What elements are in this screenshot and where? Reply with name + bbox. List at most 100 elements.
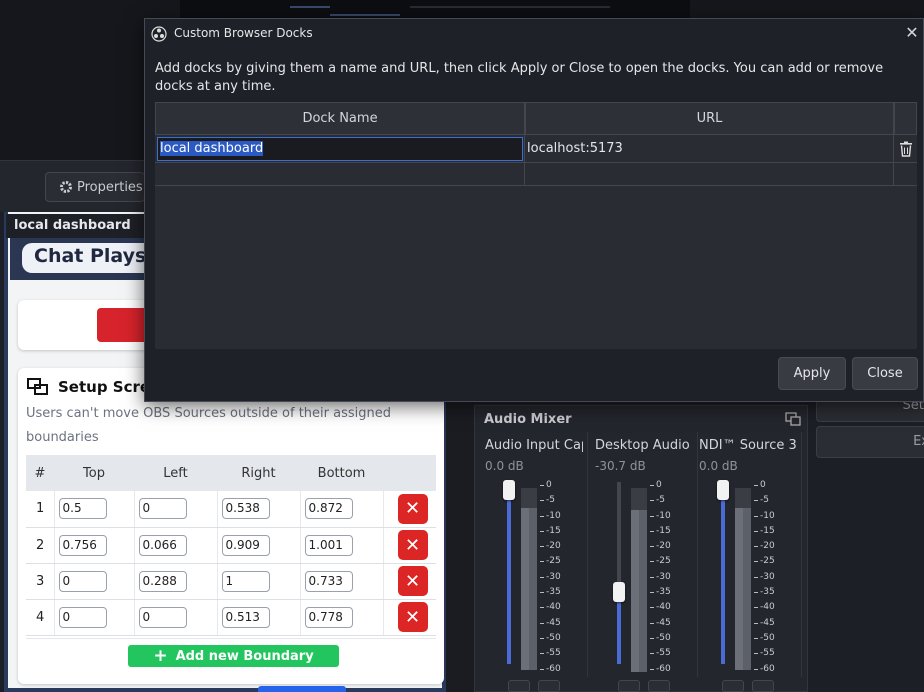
apply-button[interactable]: Apply <box>778 357 846 390</box>
left-input[interactable]: 0.066 <box>138 534 187 556</box>
col-url: URL <box>525 102 894 135</box>
db-scale: 0 -5 -10 -15 -20 -25 -30 -35 -40 -45 -50 -55 -60 <box>754 480 780 679</box>
scale-tick: -25 <box>650 556 676 571</box>
dialog-title: Custom Browser Docks <box>174 26 313 40</box>
delete-boundary-button[interactable]: ✕ <box>397 566 428 596</box>
bottom-input[interactable]: 0.733 <box>304 570 353 592</box>
scale-tick: -35 <box>754 587 780 602</box>
close-button[interactable]: Close <box>852 357 918 390</box>
right-input[interactable]: 0.513 <box>221 606 270 628</box>
channel-divider <box>801 432 802 677</box>
mute-button[interactable] <box>722 680 744 692</box>
scale-tick: -55 <box>540 648 566 663</box>
scale-tick: -15 <box>540 526 566 541</box>
top-input[interactable]: 0 <box>58 570 107 592</box>
scale-tick: -60 <box>754 664 780 679</box>
channel-name: NDI™ Source 3 <box>699 438 797 453</box>
left-input[interactable]: 0 <box>138 606 187 628</box>
scale-tick: -10 <box>650 511 676 526</box>
right-input[interactable]: 1 <box>221 570 270 592</box>
mute-button[interactable] <box>618 680 640 692</box>
top-input[interactable]: 0.756 <box>58 534 107 556</box>
row-number: 2 <box>26 527 54 564</box>
left-input[interactable]: 0 <box>138 498 187 520</box>
table-row: 4 0 0 0.513 0.778 ✕ <box>26 599 436 636</box>
bottom-input[interactable]: 0.778 <box>304 606 353 628</box>
trash-icon <box>899 141 912 157</box>
db-scale: 0 -5 -10 -15 -20 -25 -30 -35 -40 -45 -50 -55 -60 <box>650 480 676 679</box>
scale-tick: -45 <box>540 618 566 633</box>
volume-slider[interactable] <box>617 482 621 664</box>
right-input[interactable]: 0.909 <box>221 534 270 556</box>
bottom-input[interactable]: 0.872 <box>304 498 353 520</box>
channel-config-button[interactable] <box>752 680 774 692</box>
col-bottom: Bottom <box>300 455 383 491</box>
scale-tick: -55 <box>650 648 676 663</box>
delete-dock-button[interactable] <box>894 135 917 163</box>
footer-button[interactable] <box>258 686 346 692</box>
volume-slider-handle[interactable] <box>613 582 625 602</box>
left-input[interactable]: 0.288 <box>138 570 187 592</box>
scale-tick: -60 <box>650 664 676 679</box>
table-row: 2 0.756 0.066 0.909 1.001 ✕ <box>26 527 436 564</box>
level-meter <box>631 488 639 672</box>
scale-tick: -30 <box>650 572 676 587</box>
scale-tick: -15 <box>650 526 676 541</box>
boundary-icon <box>27 378 48 395</box>
scale-tick: -35 <box>540 587 566 602</box>
scale-tick: -25 <box>754 556 780 571</box>
new-dock-url-cell[interactable] <box>525 163 894 186</box>
scale-tick: -50 <box>754 633 780 648</box>
scale-tick: -40 <box>754 602 780 617</box>
stop-button[interactable] <box>97 308 149 342</box>
scale-tick: -60 <box>540 664 566 679</box>
add-boundary-button[interactable]: + Add new Boundary <box>128 645 339 667</box>
scale-tick: -50 <box>540 633 566 648</box>
volume-slider-handle[interactable] <box>503 480 515 500</box>
bottom-input[interactable]: 1.001 <box>304 534 353 556</box>
row-number: 4 <box>26 599 54 636</box>
level-meter <box>521 488 529 670</box>
top-input[interactable]: 0.5 <box>58 498 107 520</box>
scale-tick: -40 <box>540 602 566 617</box>
scale-tick: -50 <box>650 633 676 648</box>
boundary-table: # Top Left Right Bottom 1 0.5 0 0.538 0.… <box>26 455 436 636</box>
volume-slider[interactable] <box>721 482 725 664</box>
col-actions <box>894 102 917 135</box>
level-meter <box>529 488 537 670</box>
channel-config-button[interactable] <box>648 680 670 692</box>
dock-url-cell[interactable]: localhost:5173 <box>525 135 894 163</box>
delete-boundary-button[interactable]: ✕ <box>397 493 428 524</box>
scale-tick: -10 <box>754 511 780 526</box>
channel-name: Desktop Audio <box>595 438 690 453</box>
undock-icon[interactable] <box>785 412 801 426</box>
new-dock-name-cell[interactable] <box>155 163 525 186</box>
delete-boundary-button[interactable]: ✕ <box>397 530 428 560</box>
gear-icon <box>60 181 72 193</box>
scale-tick: 0 <box>754 480 780 495</box>
level-meter <box>743 488 751 670</box>
channel-divider <box>587 432 588 677</box>
row-number: 3 <box>26 563 54 600</box>
mute-button[interactable] <box>508 680 530 692</box>
volume-slider[interactable] <box>507 482 511 664</box>
col-left: Left <box>134 455 217 491</box>
close-icon: ✕ <box>404 570 421 592</box>
dock-name-input[interactable]: local dashboard <box>157 137 523 161</box>
delete-boundary-button[interactable]: ✕ <box>397 602 428 632</box>
scale-tick: -45 <box>754 618 780 633</box>
setup-title: Setup Scre <box>26 375 156 399</box>
properties-label: Properties <box>77 179 143 195</box>
table-header-row: # Top Left Right Bottom <box>26 455 436 491</box>
close-icon[interactable]: ✕ <box>902 22 922 44</box>
top-input[interactable]: 0 <box>58 606 107 628</box>
channel-config-button[interactable] <box>538 680 560 692</box>
exit-button[interactable]: Ex <box>816 426 924 458</box>
right-input[interactable]: 0.538 <box>221 498 270 520</box>
scale-tick: -55 <box>754 648 780 663</box>
close-icon: ✕ <box>404 534 421 556</box>
setup-description: Users can't move OBS Sources outside of … <box>26 406 392 445</box>
audio-mixer-title: Audio Mixer <box>484 412 572 427</box>
properties-button[interactable]: Properties <box>45 172 145 202</box>
volume-slider-handle[interactable] <box>717 480 729 500</box>
